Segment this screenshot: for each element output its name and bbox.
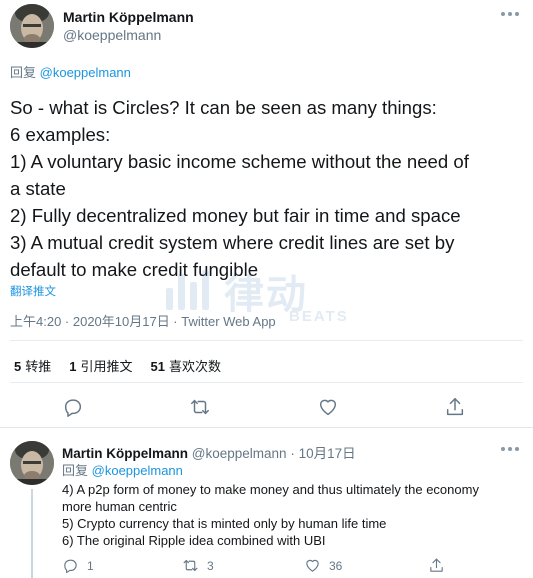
tweet-stats: 5 转推 1 引用推文 51 喜欢次数 (14, 356, 221, 375)
tweet-text-line: So - what is Circles? It can be seen as … (10, 97, 437, 118)
main-tweet: Martin Köppelmann @koeppelmann 回复 @koepp… (0, 0, 533, 428)
reply-text: 4) A p2p form of money to make money and… (62, 481, 524, 549)
avatar-image (10, 4, 54, 48)
reply-text-line: more human centric (62, 499, 177, 514)
tweet-text-line: 2) Fully decentralized money but fair in… (10, 205, 461, 226)
likes-stat[interactable]: 51 喜欢次数 (151, 356, 221, 375)
tweet-text: So - what is Circles? It can be seen as … (10, 94, 525, 283)
tweet-text-line: 3) A mutual credit system where credit l… (10, 232, 455, 253)
like-button[interactable]: 36 (304, 557, 342, 574)
share-icon[interactable] (444, 396, 466, 418)
retweet-icon[interactable] (189, 396, 211, 418)
translate-tweet-link[interactable]: 翻译推文 (10, 283, 56, 299)
separator-dot: · (290, 446, 299, 461)
quotes-stat[interactable]: 1 引用推文 (69, 356, 132, 375)
tweet-text-line: default to make credit fungible (10, 259, 259, 280)
reply-count: 1 (87, 558, 94, 573)
reply-text-line: 5) Crypto currency that is minted only b… (62, 516, 387, 531)
reply-mention-link[interactable]: @koeppelmann (92, 463, 183, 478)
divider (10, 382, 523, 383)
author-name[interactable]: Martin Köppelmann (63, 9, 194, 25)
author-avatar[interactable] (10, 4, 54, 48)
tweet-text-line: 1) A voluntary basic income scheme witho… (10, 151, 469, 172)
retweet-icon (183, 559, 198, 572)
share-icon (430, 558, 443, 572)
like-icon[interactable] (317, 396, 339, 418)
reply-text-line: 6) The original Ripple idea combined wit… (62, 533, 326, 548)
retweets-stat[interactable]: 5 转推 (14, 356, 51, 375)
more-options-icon[interactable] (501, 447, 519, 451)
thread-line (31, 489, 33, 578)
tweet-text-line: a state (10, 178, 66, 199)
reply-actions: 1 3 36 (62, 557, 502, 577)
retweet-count: 3 (207, 558, 214, 573)
like-icon (306, 559, 319, 572)
avatar-image (10, 441, 54, 485)
reply-button[interactable]: 1 (62, 557, 94, 574)
reply-author-handle[interactable]: @koeppelmann (192, 446, 287, 461)
reply-icon[interactable] (62, 396, 84, 418)
reply-mention-link[interactable]: @koeppelmann (40, 65, 131, 80)
tweet-text-line: 6 examples: (10, 124, 111, 145)
divider (10, 340, 523, 341)
replying-to: 回复 @koeppelmann (10, 62, 131, 81)
reply-tweet[interactable]: Martin Köppelmann @koeppelmann · 10月17日 … (0, 429, 533, 578)
retweet-button[interactable]: 3 (182, 557, 214, 574)
share-button[interactable] (428, 557, 445, 574)
like-count: 36 (329, 558, 343, 573)
watermark-en-text: BEATS (289, 308, 349, 325)
tweet-timestamp[interactable]: 上午4:20 · 2020年10月17日 · Twitter Web App (10, 311, 276, 330)
reply-author-name[interactable]: Martin Köppelmann (62, 446, 188, 461)
reply-author-avatar[interactable] (10, 441, 54, 485)
tweet-actions (0, 396, 533, 422)
replying-to: 回复 @koeppelmann (62, 460, 183, 479)
reply-date[interactable]: 10月17日 (299, 446, 356, 461)
reply-prefix: 回复 (10, 65, 37, 80)
reply-text-line: 4) A p2p form of money to make money and… (62, 482, 479, 497)
author-handle[interactable]: @koeppelmann (63, 27, 161, 43)
reply-header: Martin Köppelmann @koeppelmann · 10月17日 (62, 442, 356, 462)
more-options-icon[interactable] (501, 12, 519, 16)
reply-prefix: 回复 (62, 463, 89, 478)
reply-icon (64, 559, 77, 574)
